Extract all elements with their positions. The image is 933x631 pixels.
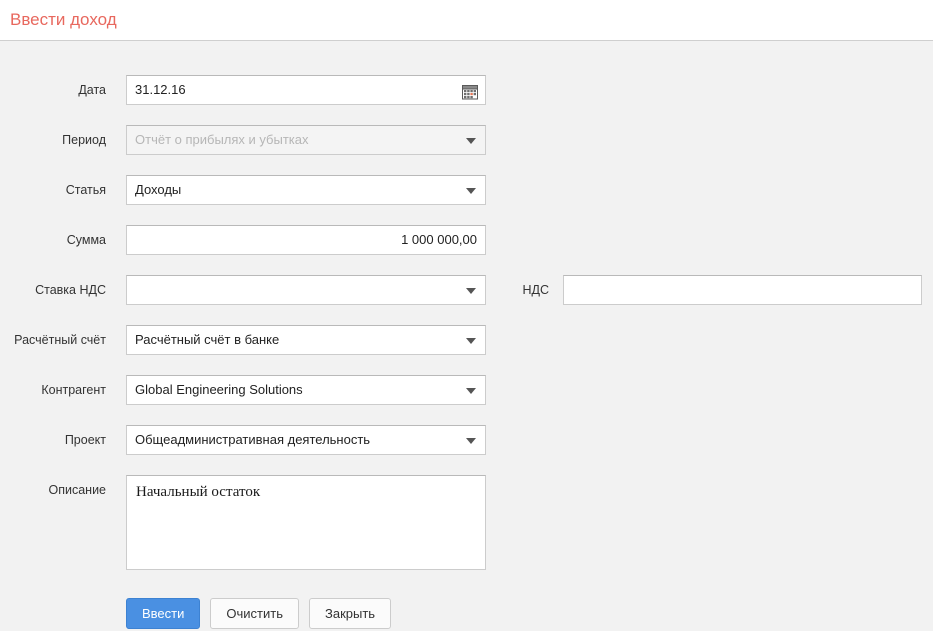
label-counterparty: Контрагент xyxy=(41,383,106,397)
label-description: Описание xyxy=(48,483,106,497)
form-row-date: Дата 31.12.16 xyxy=(0,75,933,125)
form-row-amount: Сумма 1 000 000,00 xyxy=(0,225,933,275)
page-header: Ввести доход xyxy=(0,0,933,41)
page-title: Ввести доход xyxy=(10,10,117,29)
description-textarea[interactable]: Начальный остаток xyxy=(126,475,486,570)
label-period: Период xyxy=(62,133,106,147)
chevron-down-icon xyxy=(466,388,476,394)
label-vat-rate: Ставка НДС xyxy=(35,283,106,297)
label-vat: НДС xyxy=(522,283,549,297)
label-article: Статья xyxy=(65,183,106,197)
form-row-project: Проект Общеадминистративная деятельность xyxy=(0,425,933,475)
form-row-period: Период Отчёт о прибылях и убытках xyxy=(0,125,933,175)
project-select-value: Общеадминистративная деятельность xyxy=(135,432,371,447)
form-row-article: Статья Доходы xyxy=(0,175,933,225)
vat-input[interactable] xyxy=(563,275,922,305)
period-select-value: Отчёт о прибылях и убытках xyxy=(135,132,309,147)
counterparty-select-value: Global Engineering Solutions xyxy=(135,382,303,397)
period-select[interactable]: Отчёт о прибылях и убытках xyxy=(126,125,486,155)
form-row-counterparty: Контрагент Global Engineering Solutions xyxy=(0,375,933,425)
label-amount: Сумма xyxy=(66,233,106,247)
close-button[interactable]: Закрыть xyxy=(308,598,392,629)
chevron-down-icon xyxy=(466,438,476,444)
date-input-value: 31.12.16 xyxy=(135,82,186,97)
amount-input[interactable]: 1 000 000,00 xyxy=(126,225,486,255)
chevron-down-icon xyxy=(466,288,476,294)
label-date: Дата xyxy=(78,83,106,97)
project-select[interactable]: Общеадминистративная деятельность xyxy=(126,425,486,455)
account-select[interactable]: Расчётный счёт в банке xyxy=(126,325,486,355)
counterparty-select[interactable]: Global Engineering Solutions xyxy=(126,375,486,405)
chevron-down-icon xyxy=(466,188,476,194)
account-select-value: Расчётный счёт в банке xyxy=(135,332,280,347)
submit-button[interactable]: Ввести xyxy=(126,598,201,629)
income-entry-form: Дата 31.12.16 Период Отчёт о прибылях и … xyxy=(0,41,933,629)
label-project: Проект xyxy=(64,433,106,447)
form-row-vat: Ставка НДС НДС xyxy=(0,275,933,325)
vat-rate-select[interactable] xyxy=(126,275,486,305)
form-row-account: Расчётный счёт Расчётный счёт в банке xyxy=(0,325,933,375)
form-actions: Ввести Очистить Закрыть xyxy=(126,585,933,629)
form-row-description: Описание Начальный остаток xyxy=(0,475,933,585)
clear-button[interactable]: Очистить xyxy=(210,598,299,629)
calendar-icon[interactable] xyxy=(462,82,478,100)
article-select[interactable]: Доходы xyxy=(126,175,486,205)
chevron-down-icon xyxy=(466,138,476,144)
chevron-down-icon xyxy=(466,338,476,344)
label-account: Расчётный счёт xyxy=(14,333,106,347)
article-select-value: Доходы xyxy=(135,182,182,197)
date-input[interactable]: 31.12.16 xyxy=(126,75,486,105)
